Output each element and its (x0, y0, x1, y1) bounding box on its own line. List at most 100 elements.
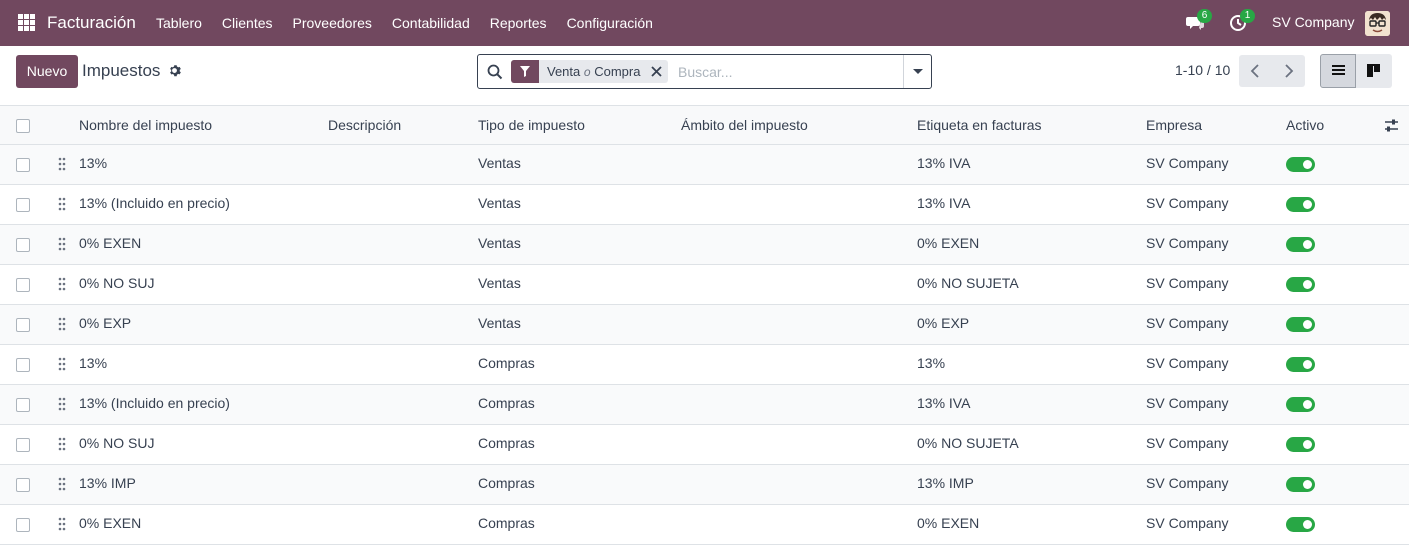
select-all-checkbox[interactable] (16, 119, 30, 133)
row-checkbox[interactable] (16, 318, 30, 332)
active-toggle[interactable] (1286, 157, 1315, 172)
row-checkbox[interactable] (16, 438, 30, 452)
drag-handle-icon[interactable] (58, 357, 66, 371)
search-options-toggle[interactable] (903, 55, 931, 88)
cell-name: 13% (Incluido en precio) (79, 395, 230, 411)
table-row[interactable]: 13% Ventas 13% IVA SV Company (0, 145, 1409, 185)
pager-previous-button[interactable] (1239, 55, 1272, 87)
menu-item-tablero[interactable]: Tablero (146, 0, 212, 46)
menu-item-contabilidad[interactable]: Contabilidad (382, 0, 480, 46)
pager-value[interactable]: 1-10 / 10 (1175, 62, 1230, 78)
drag-handle-icon[interactable] (58, 317, 66, 331)
drag-handle-icon[interactable] (58, 437, 66, 451)
table-row[interactable]: 13% Compras 13% SV Company (0, 345, 1409, 385)
row-checkbox[interactable] (16, 198, 30, 212)
table-row[interactable]: 13% IMP Compras 13% IMP SV Company (0, 465, 1409, 505)
facet-value-compra: Compra (594, 64, 641, 79)
column-header-empresa[interactable]: Empresa (1146, 117, 1202, 133)
cell-label: 0% NO SUJETA (917, 435, 1019, 451)
table-row[interactable]: 0% EXEN Compras 0% EXEN SV Company (0, 505, 1409, 545)
table-row[interactable]: 0% EXP Ventas 0% EXP SV Company (0, 305, 1409, 345)
optional-columns-icon[interactable] (1384, 118, 1399, 133)
row-checkbox[interactable] (16, 478, 30, 492)
cell-type: Compras (478, 435, 535, 451)
new-button[interactable]: Nuevo (16, 55, 78, 88)
close-icon[interactable] (646, 60, 668, 83)
cell-label: 13% IVA (917, 155, 971, 171)
main-menu: Tablero Clientes Proveedores Contabilida… (146, 0, 663, 46)
active-toggle[interactable] (1286, 357, 1315, 372)
kanban-view-button[interactable] (1356, 54, 1392, 88)
facet-separator: o (583, 65, 591, 79)
cell-type: Compras (478, 515, 535, 531)
list-view-button[interactable] (1320, 54, 1356, 88)
active-toggle[interactable] (1286, 437, 1315, 452)
drag-handle-icon[interactable] (58, 197, 66, 211)
search-input[interactable] (678, 61, 898, 83)
cell-name: 0% EXEN (79, 235, 142, 251)
cell-name: 13% (79, 355, 108, 371)
table-row[interactable]: 13% (Incluido en precio) Compras 13% IVA SV… (0, 385, 1409, 425)
menu-item-configuracion[interactable]: Configuración (557, 0, 663, 46)
company-switcher[interactable]: SV Company (1272, 14, 1354, 30)
cell-name: 13% (Incluido en precio) (79, 195, 230, 211)
active-toggle[interactable] (1286, 317, 1315, 332)
cell-type: Ventas (478, 315, 521, 331)
active-toggle[interactable] (1286, 277, 1315, 292)
active-toggle[interactable] (1286, 517, 1315, 532)
active-toggle[interactable] (1286, 237, 1315, 252)
apps-grid-icon[interactable] (18, 14, 35, 31)
drag-handle-icon[interactable] (58, 237, 66, 251)
drag-handle-icon[interactable] (58, 157, 66, 171)
active-toggle[interactable] (1286, 197, 1315, 212)
cell-name: 0% EXP (79, 315, 132, 331)
cell-type: Ventas (478, 275, 521, 291)
column-header-etiqueta[interactable]: Etiqueta en facturas (917, 117, 1042, 133)
drag-handle-icon[interactable] (58, 397, 66, 411)
gear-icon[interactable] (168, 64, 181, 77)
facet-values: Venta o Compra (539, 60, 646, 83)
pager-next-button[interactable] (1272, 55, 1305, 87)
messages-icon[interactable]: 6 (1186, 9, 1212, 32)
row-checkbox[interactable] (16, 518, 30, 532)
table-header: Nombre del impuesto Descripción Tipo de … (0, 105, 1409, 145)
row-checkbox[interactable] (16, 358, 30, 372)
activities-clock-icon[interactable]: 1 (1229, 9, 1255, 32)
row-checkbox[interactable] (16, 238, 30, 252)
drag-handle-icon[interactable] (58, 517, 66, 531)
table-row[interactable]: 13% (Incluido en precio) Ventas 13% IVA SV … (0, 185, 1409, 225)
table-row[interactable]: 0% NO SUJ Compras 0% NO SUJETA SV Company (0, 425, 1409, 465)
row-checkbox[interactable] (16, 278, 30, 292)
column-header-descripcion[interactable]: Descripción (328, 117, 401, 133)
menu-item-reportes[interactable]: Reportes (480, 0, 557, 46)
column-header-tipo[interactable]: Tipo de impuesto (478, 117, 585, 133)
search-bar: Venta o Compra (477, 54, 932, 89)
cell-type: Ventas (478, 235, 521, 251)
search-facet: Venta o Compra (511, 60, 669, 83)
table-row[interactable]: 0% EXEN Ventas 0% EXEN SV Company (0, 225, 1409, 265)
user-avatar[interactable] (1365, 11, 1390, 36)
cell-label: 13% (917, 355, 946, 371)
menu-item-clientes[interactable]: Clientes (212, 0, 283, 46)
cell-company: SV Company (1146, 275, 1229, 291)
search-icon[interactable] (487, 64, 503, 80)
active-toggle[interactable] (1286, 397, 1315, 412)
taxes-list: Nombre del impuesto Descripción Tipo de … (0, 105, 1409, 545)
cell-label: 13% IMP (917, 475, 974, 491)
drag-handle-icon[interactable] (58, 477, 66, 491)
cell-company: SV Company (1146, 435, 1229, 451)
app-brand[interactable]: Facturación (47, 13, 136, 33)
column-header-nombre[interactable]: Nombre del impuesto (79, 117, 212, 133)
active-toggle[interactable] (1286, 477, 1315, 492)
cell-company: SV Company (1146, 155, 1229, 171)
row-checkbox[interactable] (16, 158, 30, 172)
cell-company: SV Company (1146, 475, 1229, 491)
table-row[interactable]: 0% NO SUJ Ventas 0% NO SUJETA SV Company (0, 265, 1409, 305)
drag-handle-icon[interactable] (58, 277, 66, 291)
column-header-activo[interactable]: Activo (1286, 117, 1324, 133)
menu-item-proveedores[interactable]: Proveedores (283, 0, 382, 46)
filter-icon (511, 60, 539, 83)
column-header-ambito[interactable]: Ámbito del impuesto (681, 117, 808, 133)
row-checkbox[interactable] (16, 398, 30, 412)
cell-label: 13% IVA (917, 395, 971, 411)
